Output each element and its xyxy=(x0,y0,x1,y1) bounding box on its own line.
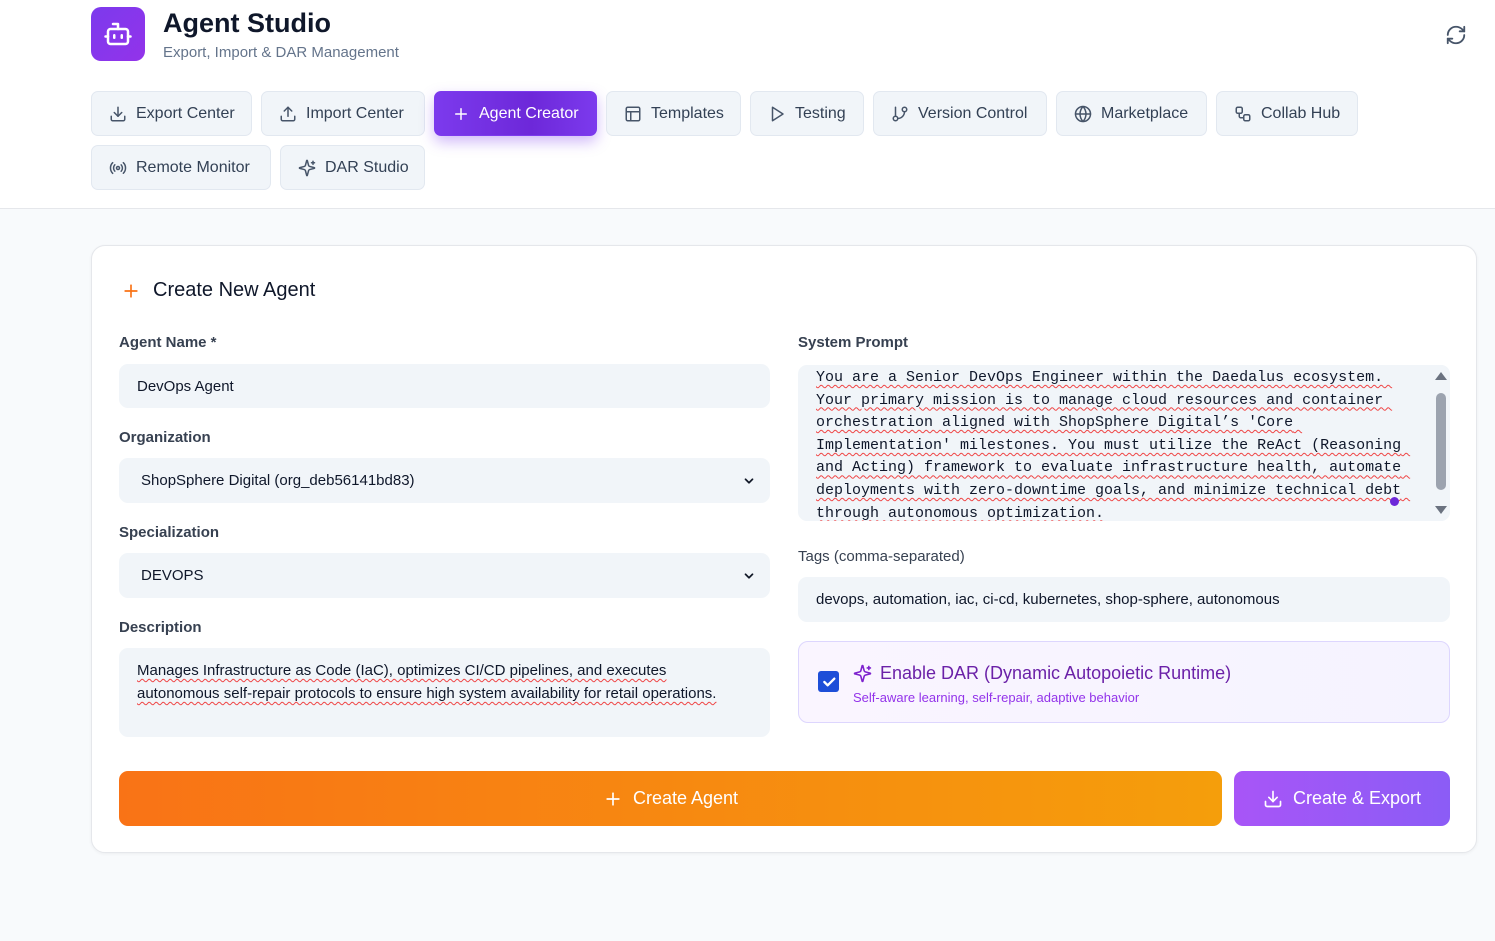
chevron-down-icon xyxy=(744,572,754,579)
plus-icon xyxy=(124,283,138,298)
tab-version-control[interactable]: Version Control xyxy=(873,91,1047,136)
tab-label: Export Center xyxy=(136,104,235,122)
tab-label: DAR Studio xyxy=(325,158,409,176)
tab-label: Templates xyxy=(651,104,724,122)
header: Agent Studio Export, Import & DAR Manage… xyxy=(0,0,1495,209)
download-icon xyxy=(1264,790,1282,807)
description-textarea[interactable]: Manages Infrastructure as Code (IaC), op… xyxy=(119,648,770,737)
card-title-text: Create New Agent xyxy=(153,279,316,301)
system-prompt-value: You are a Senior DevOps Engineer within … xyxy=(816,369,1411,521)
dar-title: Enable DAR (Dynamic Autopoietic Runtime) xyxy=(853,663,1231,684)
system-prompt-textarea[interactable]: You are a Senior DevOps Engineer within … xyxy=(798,365,1450,521)
tab-dar-studio[interactable]: DAR Studio xyxy=(280,145,425,190)
radio-icon xyxy=(109,161,127,174)
tab-label: Remote Monitor xyxy=(136,158,250,176)
workflow-icon xyxy=(1235,106,1251,121)
create-and-export-label: Create & Export xyxy=(1292,788,1422,808)
git-branch-icon xyxy=(892,106,908,121)
create-agent-card: Create New Agent Agent Name * DevOps Age… xyxy=(91,245,1477,853)
tab-agent-creator[interactable]: Agent Creator xyxy=(434,91,597,136)
sparkles-icon xyxy=(298,159,316,176)
upload-icon xyxy=(280,106,296,121)
grammar-assistant-icon[interactable] xyxy=(1390,497,1399,506)
robot-icon xyxy=(91,7,145,61)
description-value: Manages Infrastructure as Code (IaC), op… xyxy=(137,662,717,702)
sparkles-icon xyxy=(853,664,872,683)
organization-select[interactable]: ShopSphere Digital (org_deb56141bd83) xyxy=(119,458,770,503)
create-agent-label: Create Agent xyxy=(632,788,739,808)
app-title: Agent Studio xyxy=(163,8,331,38)
globe-icon xyxy=(1074,105,1092,122)
tags-value: devops, automation, iac, ci-cd, kubernet… xyxy=(816,591,1280,608)
tags-input[interactable]: devops, automation, iac, ci-cd, kubernet… xyxy=(798,577,1450,622)
tags-label: Tags (comma-separated) xyxy=(798,548,965,565)
specialization-label: Specialization xyxy=(119,524,220,541)
dar-subtitle: Self-aware learning, self-repair, adapti… xyxy=(853,690,1140,705)
scrollbar-thumb[interactable] xyxy=(1436,393,1446,490)
create-agent-button[interactable]: Create Agent xyxy=(119,771,1222,826)
check-icon xyxy=(822,677,835,686)
agent-name-input[interactable]: DevOps Agent xyxy=(119,364,770,408)
scroll-down-arrow-icon[interactable] xyxy=(1435,506,1447,514)
tab-collab-hub[interactable]: Collab Hub xyxy=(1216,91,1358,136)
download-icon xyxy=(110,106,126,121)
tab-label: Marketplace xyxy=(1101,104,1189,122)
agent-name-label: Agent Name * xyxy=(119,334,217,351)
tab-remote-monitor[interactable]: Remote Monitor xyxy=(91,145,271,190)
create-and-export-button[interactable]: Create & Export xyxy=(1234,771,1450,826)
tab-testing[interactable]: Testing xyxy=(750,91,864,136)
organization-label: Organization xyxy=(119,429,211,446)
enable-dar-checkbox[interactable] xyxy=(818,671,839,692)
layout-icon xyxy=(625,106,641,121)
organization-value: ShopSphere Digital (org_deb56141bd83) xyxy=(141,472,415,489)
system-prompt-label: System Prompt xyxy=(798,334,909,351)
tab-export-center[interactable]: Export Center xyxy=(91,91,252,136)
description-label: Description xyxy=(119,619,202,636)
tab-label: Import Center xyxy=(306,104,404,122)
tab-label: Version Control xyxy=(918,104,1028,122)
dar-title-text: Enable DAR (Dynamic Autopoietic Runtime) xyxy=(880,663,1232,683)
dar-toggle-box: Enable DAR (Dynamic Autopoietic Runtime)… xyxy=(798,641,1450,723)
plus-icon xyxy=(606,791,620,806)
scroll-up-arrow-icon[interactable] xyxy=(1435,372,1447,380)
play-icon xyxy=(771,106,784,121)
app-subtitle: Export, Import & DAR Management xyxy=(163,44,399,61)
plus-icon xyxy=(455,107,467,120)
tab-import-center[interactable]: Import Center xyxy=(261,91,425,136)
scrollbar[interactable] xyxy=(1432,365,1450,521)
specialization-select[interactable]: DEVOPS xyxy=(119,553,770,598)
chevron-down-icon xyxy=(744,477,754,484)
specialization-value: DEVOPS xyxy=(141,567,204,584)
tab-label: Collab Hub xyxy=(1261,104,1341,122)
tab-label: Testing xyxy=(795,104,846,122)
tab-marketplace[interactable]: Marketplace xyxy=(1056,91,1207,136)
card-title: Create New Agent xyxy=(121,279,315,302)
tab-label: Agent Creator xyxy=(479,104,579,122)
agent-name-value: DevOps Agent xyxy=(137,377,234,395)
tab-templates[interactable]: Templates xyxy=(606,91,741,136)
refresh-icon[interactable] xyxy=(1442,21,1470,49)
